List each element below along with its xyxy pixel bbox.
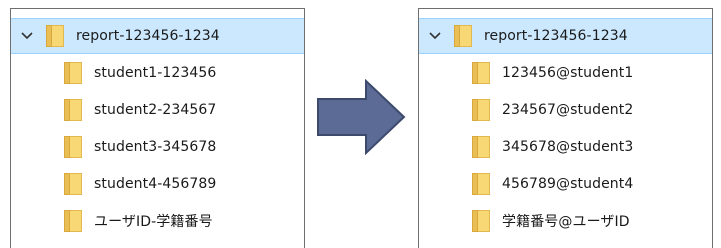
tree-item-label: 123456@student1 — [502, 65, 634, 81]
tree-item[interactable]: student4-456789 — [11, 166, 304, 202]
tree-item[interactable]: 456789@student4 — [419, 166, 712, 202]
tree-item-root[interactable]: report-123456-1234 — [11, 18, 304, 54]
tree-item[interactable]: 学籍番号@ユーザID — [419, 203, 712, 239]
comparison-figure: report-123456-1234 student1-123456 stude… — [0, 0, 721, 248]
tree-item-label: report-123456-1234 — [76, 28, 220, 44]
tree-item-label: student2-234567 — [94, 102, 217, 118]
tree-item-label: ユーザID-学籍番号 — [94, 214, 213, 230]
tree-item-label: 345678@student3 — [502, 139, 634, 155]
tree-item-label: 456789@student4 — [502, 176, 634, 192]
folder-icon — [64, 136, 82, 158]
chevron-down-icon[interactable] — [21, 30, 33, 42]
folder-icon — [454, 25, 472, 47]
tree-item[interactable]: 234567@student2 — [419, 92, 712, 128]
chevron-down-icon[interactable] — [429, 30, 441, 42]
folder-icon — [472, 99, 490, 121]
tree-item-label: student4-456789 — [94, 176, 217, 192]
tree-item[interactable]: 345678@student3 — [419, 129, 712, 165]
tree-item-label: report-123456-1234 — [484, 28, 628, 44]
tree-item[interactable]: student1-123456 — [11, 55, 304, 91]
folder-icon — [472, 173, 490, 195]
folder-icon — [472, 136, 490, 158]
tree-item[interactable]: student2-234567 — [11, 92, 304, 128]
tree-item-root[interactable]: report-123456-1234 — [419, 18, 712, 54]
right-arrow-icon — [316, 78, 406, 156]
tree-item[interactable]: 123456@student1 — [419, 55, 712, 91]
tree-item-label: 234567@student2 — [502, 102, 634, 118]
tree-item-label: 学籍番号@ユーザID — [502, 214, 630, 230]
tree-item-label: student1-123456 — [94, 65, 217, 81]
tree-item[interactable]: ユーザID-学籍番号 — [11, 203, 304, 239]
folder-icon — [472, 210, 490, 232]
tree-item[interactable]: student3-345678 — [11, 129, 304, 165]
left-folder-tree-panel: report-123456-1234 student1-123456 stude… — [10, 8, 305, 248]
folder-icon — [64, 210, 82, 232]
folder-icon — [472, 62, 490, 84]
folder-icon — [64, 173, 82, 195]
folder-icon — [46, 25, 64, 47]
folder-icon — [64, 99, 82, 121]
tree-item-label: student3-345678 — [94, 139, 217, 155]
folder-icon — [64, 62, 82, 84]
right-folder-tree-panel: report-123456-1234 123456@student1 23456… — [418, 8, 713, 248]
